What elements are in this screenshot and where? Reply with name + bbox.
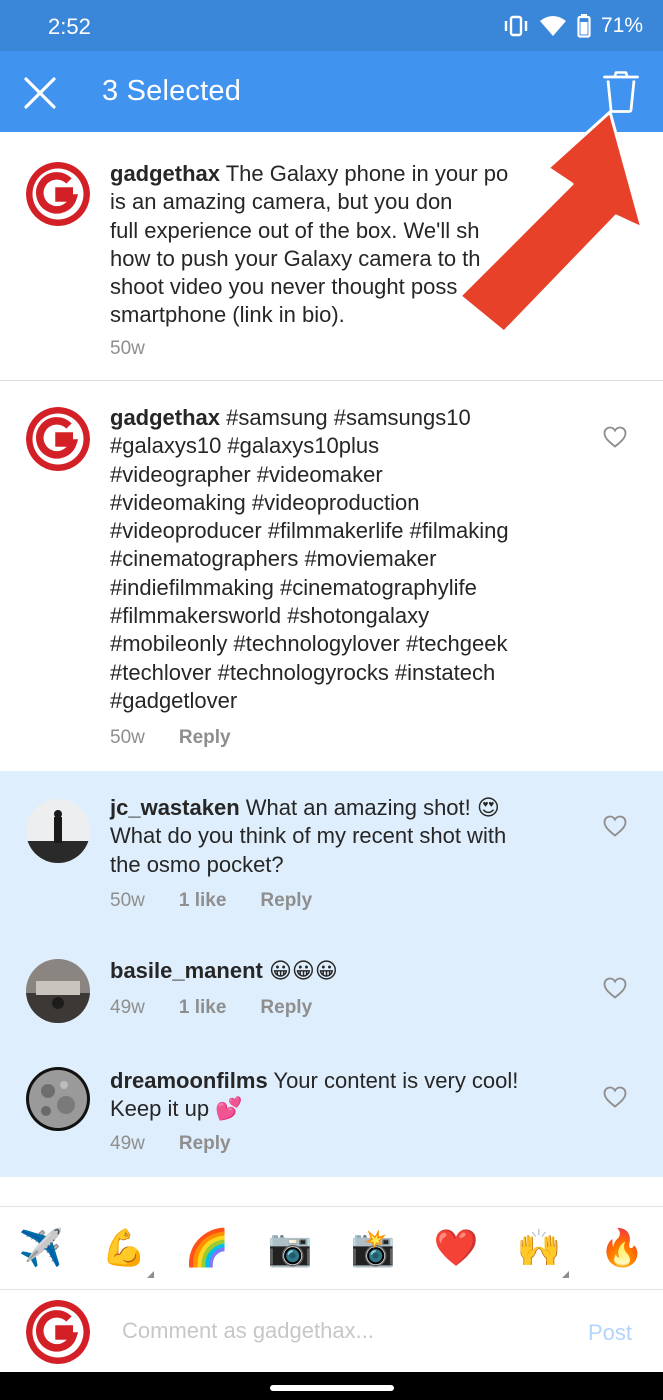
comment-row[interactable]: gadgethax #samsung #samsungs10 #galaxys1…: [0, 381, 663, 771]
hashtag-line: #galaxys10 #galaxys10plus: [110, 433, 380, 459]
timestamp: 50w: [110, 338, 145, 359]
reply-button[interactable]: Reply: [179, 727, 231, 749]
avatar[interactable]: [26, 1067, 90, 1131]
comment-meta: 50w 1 like Reply: [110, 890, 312, 912]
comment-line: 😀😀😀: [262, 958, 338, 983]
comment-meta: 50w Reply: [110, 727, 231, 749]
emoji-raising-hands[interactable]: 🙌: [514, 1227, 564, 1271]
timestamp: 49w: [110, 997, 145, 1018]
hashtag-line: #videomaking #videoproduction: [110, 489, 420, 515]
trash-icon[interactable]: [603, 71, 639, 113]
emoji-flexed-biceps[interactable]: 💪: [99, 1227, 149, 1271]
likes-count[interactable]: 1 like: [179, 890, 227, 912]
hashtag-line: #cinematographers #moviemaker: [110, 546, 437, 572]
comment-text: dreamoonfilms Your content is very cool!…: [110, 1067, 590, 1124]
reply-button[interactable]: Reply: [260, 997, 312, 1019]
timestamp: 49w: [110, 1133, 145, 1154]
comment-meta: 50w: [110, 338, 145, 360]
battery-percentage: 71%: [600, 14, 643, 37]
username[interactable]: jc_wastaken: [110, 795, 240, 820]
moon-photo-icon: [26, 1067, 90, 1131]
home-gesture-handle[interactable]: [270, 1385, 394, 1391]
comment-line: the osmo pocket?: [110, 851, 284, 877]
avatar: [26, 1300, 90, 1364]
comment-meta: 49w 1 like Reply: [110, 997, 312, 1019]
emoji-camera[interactable]: 📷: [265, 1227, 315, 1271]
post-caption: gadgethax The Galaxy phone in your po is…: [0, 132, 663, 380]
emoji-variants-indicator: [562, 1271, 569, 1278]
comment-text: basile_manent 😀😀😀: [110, 957, 590, 985]
caption-line: full experience out of the box. We'll sh: [110, 217, 480, 243]
comment-input[interactable]: Comment as gadgethax...: [122, 1318, 374, 1344]
reply-button[interactable]: Reply: [260, 890, 312, 912]
comment-text: jc_wastaken What an amazing shot! 😍 What…: [110, 794, 590, 879]
wifi-icon: [539, 16, 566, 36]
post-button[interactable]: Post: [588, 1320, 632, 1346]
hashtag-line: #samsung #samsungs10: [220, 405, 471, 430]
gadgethax-logo-icon: [26, 407, 90, 471]
username[interactable]: gadgethax: [110, 405, 220, 430]
comment-line: Keep it up 💕: [110, 1096, 243, 1122]
gadgethax-logo-icon: [26, 162, 90, 226]
emoji-airplane[interactable]: ✈️: [16, 1227, 66, 1271]
avatar[interactable]: [26, 162, 90, 226]
timestamp: 50w: [110, 890, 145, 911]
hashtag-line: #filmmakersworld #shotongalaxy: [110, 603, 430, 629]
selection-count-title: 3 Selected: [102, 75, 242, 107]
hashtag-line: #techlover #technologyrocks #instatech: [110, 659, 496, 685]
comment-meta: 49w Reply: [110, 1133, 231, 1155]
username[interactable]: dreamoonfilms: [110, 1068, 268, 1093]
hashtag-line: #indiefilmmaking #cinematographylife: [110, 574, 477, 600]
vibrate-icon: [504, 15, 528, 37]
hashtag-line: #gadgetlover: [110, 687, 238, 713]
avatar[interactable]: [26, 407, 90, 471]
hashtag-line: #videographer #videomaker: [110, 461, 383, 487]
caption-line: The Galaxy phone in your po: [220, 161, 509, 186]
username[interactable]: gadgethax: [110, 161, 220, 186]
username[interactable]: basile_manent: [110, 958, 263, 983]
gadgethax-logo-icon: [26, 1300, 90, 1364]
avatar[interactable]: [26, 799, 90, 863]
comment-row-selected[interactable]: basile_manent 😀😀😀 49w 1 like Reply: [0, 931, 663, 1043]
emoji-camera-flash[interactable]: 📸: [348, 1227, 398, 1271]
comment-text: gadgethax #samsung #samsungs10 #galaxys1…: [110, 404, 590, 715]
emoji-variants-indicator: [147, 1271, 154, 1278]
hashtag-line: #videoproducer #filmmakerlife #filmaking: [110, 518, 509, 544]
user-photo-icon: [26, 799, 90, 863]
emoji-fire[interactable]: 🔥: [597, 1227, 647, 1271]
heart-icon[interactable]: [603, 815, 627, 837]
heart-icon[interactable]: [603, 977, 627, 999]
caption-line: how to push your Galaxy camera to th na …: [110, 245, 567, 271]
comment-line: Your content is very cool!: [267, 1068, 519, 1093]
system-nav-bar: [0, 1372, 663, 1400]
comment-line: What do you think of my recent shot with: [110, 823, 507, 849]
likes-count[interactable]: 1 like: [179, 997, 227, 1019]
battery-icon: [577, 14, 591, 38]
avatar[interactable]: [26, 959, 90, 1023]
emoji-rainbow[interactable]: 🌈: [182, 1227, 232, 1271]
heart-icon[interactable]: [603, 426, 627, 448]
close-icon[interactable]: [22, 75, 58, 111]
comment-line: What an amazing shot! 😍: [239, 795, 500, 820]
timestamp: 50w: [110, 727, 145, 748]
selection-action-bar: 3 Selected: [0, 51, 663, 132]
status-icons: 71%: [503, 13, 643, 39]
user-photo-icon: [26, 959, 90, 1023]
caption-line: smartphone (link in bio).: [110, 302, 345, 328]
caption-line: is an amazing camera, but you don: [110, 189, 453, 215]
heart-icon[interactable]: [603, 1086, 627, 1108]
caption-line: shoot video you never thought poss e on …: [110, 274, 543, 300]
emoji-red-heart[interactable]: ❤️: [431, 1227, 481, 1271]
comment-composer: Comment as gadgethax... Post: [0, 1290, 663, 1372]
status-bar: 2:52 71%: [0, 0, 663, 51]
status-time: 2:52: [48, 14, 91, 39]
quick-emoji-bar: ✈️ 💪 🌈 📷 📸 ❤️ 🙌 🔥: [0, 1206, 663, 1290]
reply-button[interactable]: Reply: [179, 1133, 231, 1155]
comment-row-selected[interactable]: dreamoonfilms Your content is very cool!…: [0, 1043, 663, 1177]
hashtag-line: #mobileonly #technologylover #techgeek: [110, 631, 508, 657]
comment-row-selected[interactable]: jc_wastaken What an amazing shot! 😍 What…: [0, 771, 663, 931]
caption-text: gadgethax The Galaxy phone in your po is…: [110, 160, 590, 330]
